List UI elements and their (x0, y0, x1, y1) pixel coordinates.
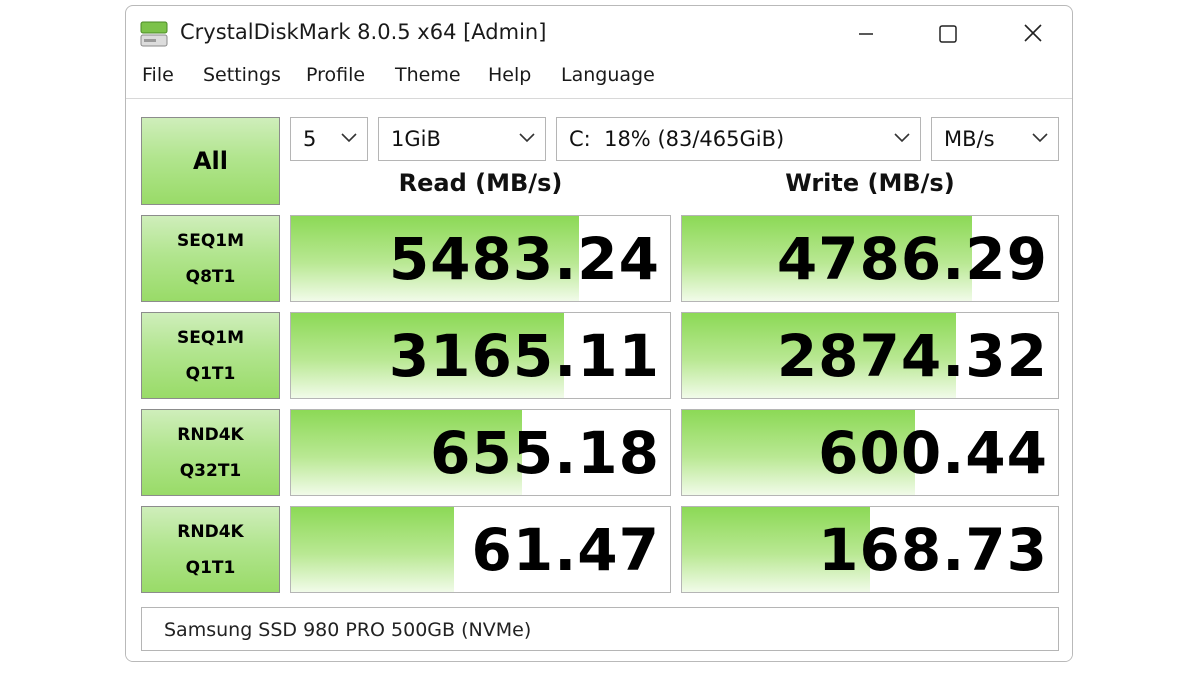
benchmark-panel: All 5 1GiB C: 18% (83/465GiB) MB/s Read … (126, 98, 1072, 661)
drive-value: C: 18% (83/465GiB) (569, 127, 785, 151)
chevron-down-icon (1032, 133, 1048, 143)
menu-language[interactable]: Language (561, 64, 655, 86)
test-count-select[interactable]: 5 (290, 117, 368, 161)
test-button-rnd4k-q1t1[interactable]: RND4K Q1T1 (141, 506, 280, 593)
app-disk-icon (140, 21, 168, 47)
read-result-value: 61.47 (471, 515, 660, 584)
read-result-value: 655.18 (430, 418, 660, 487)
read-result-cell: 5483.24 (290, 215, 671, 302)
app-window: CrystalDiskMark 8.0.5 x64 [Admin] File S… (125, 5, 1073, 662)
read-result-cell: 655.18 (290, 409, 671, 496)
chevron-down-icon (341, 133, 357, 143)
test-button-line2: Q32T1 (179, 460, 242, 481)
test-button-line2: Q8T1 (185, 266, 236, 287)
test-button-seq1m-q8t1[interactable]: SEQ1M Q8T1 (141, 215, 280, 302)
drive-info-text: Samsung SSD 980 PRO 500GB (NVMe) (164, 619, 532, 641)
write-result-value: 2874.32 (776, 321, 1048, 390)
test-size-select[interactable]: 1GiB (378, 117, 546, 161)
write-result-value: 600.44 (818, 418, 1048, 487)
test-button-line1: SEQ1M (176, 230, 245, 251)
test-size-value: 1GiB (391, 127, 441, 151)
window-title: CrystalDiskMark 8.0.5 x64 [Admin] (180, 20, 547, 44)
read-result-value: 3165.11 (388, 321, 660, 390)
test-button-line2: Q1T1 (185, 363, 236, 384)
maximize-icon (939, 25, 957, 43)
test-button-line2: Q1T1 (185, 557, 236, 578)
write-header: Write (MB/s) (785, 169, 955, 197)
minimize-button[interactable] (846, 16, 886, 52)
test-button-line1: RND4K (177, 521, 244, 542)
drive-info-field[interactable]: Samsung SSD 980 PRO 500GB (NVMe) (141, 607, 1059, 651)
test-button-line1: SEQ1M (176, 327, 245, 348)
chevron-down-icon (894, 133, 910, 143)
write-result-cell: 4786.29 (681, 215, 1059, 302)
write-result-value: 4786.29 (776, 224, 1048, 293)
menu-file[interactable]: File (142, 64, 174, 86)
drive-select[interactable]: C: 18% (83/465GiB) (556, 117, 921, 161)
test-button-line1: RND4K (177, 424, 244, 445)
menu-help[interactable]: Help (488, 64, 531, 86)
menu-theme[interactable]: Theme (395, 64, 461, 86)
read-header: Read (MB/s) (398, 169, 563, 197)
maximize-button[interactable] (927, 16, 967, 52)
close-button[interactable] (1013, 16, 1053, 52)
write-result-cell: 168.73 (681, 506, 1059, 593)
chevron-down-icon (519, 133, 535, 143)
all-button[interactable]: All (141, 117, 280, 205)
write-result-cell: 600.44 (681, 409, 1059, 496)
title-bar[interactable]: CrystalDiskMark 8.0.5 x64 [Admin] (126, 6, 1072, 62)
unit-value: MB/s (944, 127, 995, 151)
test-button-seq1m-q1t1[interactable]: SEQ1M Q1T1 (141, 312, 280, 399)
menu-bar: File Settings Profile Theme Help Languag… (126, 64, 1072, 96)
test-count-value: 5 (303, 127, 317, 151)
menu-settings[interactable]: Settings (203, 64, 281, 86)
write-result-cell: 2874.32 (681, 312, 1059, 399)
read-result-value: 5483.24 (388, 224, 660, 293)
write-result-value: 168.73 (818, 515, 1048, 584)
test-button-rnd4k-q32t1[interactable]: RND4K Q32T1 (141, 409, 280, 496)
close-icon (1024, 24, 1042, 42)
menu-profile[interactable]: Profile (306, 64, 365, 86)
read-result-cell: 3165.11 (290, 312, 671, 399)
all-button-label: All (192, 147, 229, 175)
read-result-bar (291, 507, 454, 592)
unit-select[interactable]: MB/s (931, 117, 1059, 161)
read-result-cell: 61.47 (290, 506, 671, 593)
minimize-icon (859, 33, 873, 35)
